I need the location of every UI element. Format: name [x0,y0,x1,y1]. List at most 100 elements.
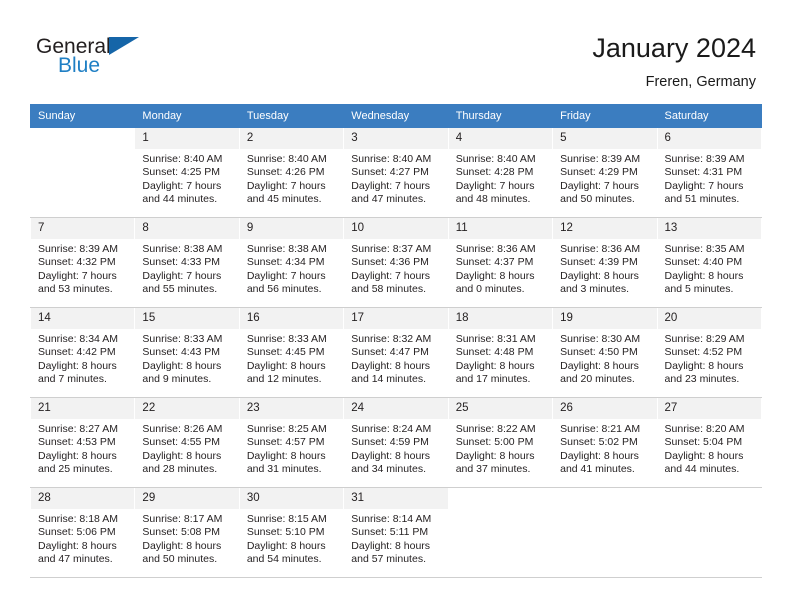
calendar-week-row: 21 Sunrise: 8:27 AM Sunset: 4:53 PM Dayligh… [29,397,763,488]
day-info: Sunrise: 8:40 AM Sunset: 4:25 PM Daylight:… [135,149,238,207]
calendar-day-cell[interactable]: 24 Sunrise: 8:24 AM Sunset: 4:59 PM Dayligh… [343,397,449,488]
day-info: Sunrise: 8:39 AM Sunset: 4:32 PM Daylight:… [31,239,134,297]
calendar-day-cell[interactable]: 6 Sunrise: 8:39 AM Sunset: 4:31 PM Daylight… [656,127,763,218]
daylight-text-line2: and 47 minutes. [351,193,426,206]
calendar-day-cell[interactable]: 26 Sunrise: 8:21 AM Sunset: 5:02 PM Dayligh… [552,397,658,488]
daylight-text-line1: Daylight: 8 hours [560,269,639,282]
sunrise-text: Sunrise: 8:32 AM [351,333,432,345]
daylight-text-line1: Daylight: 8 hours [246,449,326,462]
calendar-day-cell[interactable]: 22 Sunrise: 8:26 AM Sunset: 4:55 PM Dayligh… [134,397,240,488]
calendar-day-cell[interactable]: 13 Sunrise: 8:35 AM Sunset: 4:40 PM Dayligh… [656,217,763,308]
weekday-header-friday: Friday [552,104,658,128]
calendar-day-cell[interactable]: 10 Sunrise: 8:37 AM Sunset: 4:36 PM Dayligh… [343,217,449,308]
calendar-day-cell[interactable]: 28 Sunrise: 8:18 AM Sunset: 5:06 PM Dayligh… [29,487,136,578]
sunset-text: Sunset: 5:11 PM [351,526,429,539]
weekday-header-sunday: Sunday [29,104,136,128]
calendar-day-cell[interactable]: 29 Sunrise: 8:17 AM Sunset: 5:08 PM Dayligh… [134,487,240,578]
day-number: 29 [135,488,239,509]
daylight-text-line2: and 9 minutes. [142,373,212,386]
sunset-text: Sunset: 4:36 PM [351,256,429,269]
daylight-text-line1: Daylight: 7 hours [351,179,431,192]
calendar-day-cell[interactable]: 3 Sunrise: 8:40 AM Sunset: 4:27 PM Daylight… [343,127,449,218]
day-info: Sunrise: 8:39 AM Sunset: 4:29 PM Daylight:… [553,149,656,207]
calendar-day-cell[interactable]: 31 Sunrise: 8:14 AM Sunset: 5:11 PM Dayligh… [343,487,449,578]
title-block: January 2024 Freren, Germany [592,32,756,91]
daylight-text-line1: Daylight: 7 hours [560,179,639,192]
sunset-text: Sunset: 4:57 PM [246,436,325,449]
day-info: Sunrise: 8:18 AM Sunset: 5:06 PM Daylight:… [31,509,134,567]
weekday-header-monday: Monday [134,104,240,128]
daylight-text-line1: Daylight: 8 hours [38,539,117,552]
day-number: 31 [344,488,448,509]
daylight-text-line1: Daylight: 7 hours [455,179,535,192]
calendar-week-row: 28 Sunrise: 8:18 AM Sunset: 5:06 PM Dayligh… [29,487,763,578]
calendar-day-cell[interactable]: 1 Sunrise: 8:40 AM Sunset: 4:25 PM Daylight… [134,127,240,218]
day-number: 22 [135,398,239,419]
calendar-day-cell[interactable]: 9 Sunrise: 8:38 AM Sunset: 4:34 PM Daylight… [238,217,345,308]
daylight-text-line2: and 44 minutes. [664,463,740,476]
sunset-text: Sunset: 5:02 PM [560,436,638,449]
daylight-text-line2: and 51 minutes. [664,193,740,206]
day-number: 24 [344,398,448,419]
calendar-day-cell[interactable]: 15 Sunrise: 8:33 AM Sunset: 4:43 PM Dayligh… [134,307,240,398]
day-number [553,488,656,509]
calendar-day-cell[interactable]: 5 Sunrise: 8:39 AM Sunset: 4:29 PM Daylight… [552,127,658,218]
daylight-text-line2: and 14 minutes. [351,373,426,386]
sunrise-text: Sunrise: 8:22 AM [455,423,536,435]
general-blue-logo[interactable]: General Blue [36,36,166,84]
daylight-text-line1: Daylight: 7 hours [351,269,431,282]
calendar-day-cell[interactable]: 27 Sunrise: 8:20 AM Sunset: 5:04 PM Dayligh… [656,397,763,488]
calendar-day-cell[interactable]: 12 Sunrise: 8:36 AM Sunset: 4:39 PM Dayligh… [552,217,658,308]
day-info: Sunrise: 8:30 AM Sunset: 4:50 PM Daylight:… [553,329,656,387]
day-number: 10 [344,218,448,239]
day-info: Sunrise: 8:40 AM Sunset: 4:28 PM Daylight:… [449,149,552,207]
calendar-day-cell[interactable]: 23 Sunrise: 8:25 AM Sunset: 4:57 PM Dayligh… [238,397,345,488]
sunrise-text: Sunrise: 8:40 AM [455,153,536,165]
calendar-day-cell[interactable]: 8 Sunrise: 8:38 AM Sunset: 4:33 PM Daylight… [134,217,240,308]
daylight-text-line1: Daylight: 8 hours [38,449,117,462]
day-number: 4 [448,128,553,149]
daylight-text-line2: and 5 minutes. [664,283,734,296]
day-info: Sunrise: 8:40 AM Sunset: 4:27 PM Daylight:… [344,149,447,207]
calendar-day-cell[interactable]: 17 Sunrise: 8:32 AM Sunset: 4:47 PM Dayligh… [343,307,449,398]
daylight-text-line1: Daylight: 8 hours [455,269,535,282]
sunrise-text: Sunrise: 8:34 AM [38,333,118,345]
calendar-day-cell[interactable]: 30 Sunrise: 8:15 AM Sunset: 5:10 PM Dayligh… [238,487,345,578]
sunrise-text: Sunrise: 8:21 AM [560,423,641,435]
daylight-text-line1: Daylight: 8 hours [664,269,744,282]
calendar-day-cell[interactable]: 11 Sunrise: 8:36 AM Sunset: 4:37 PM Dayligh… [447,217,554,308]
daylight-text-line1: Daylight: 8 hours [351,539,431,552]
calendar-day-cell[interactable]: 21 Sunrise: 8:27 AM Sunset: 4:53 PM Dayligh… [29,397,136,488]
daylight-text-line1: Daylight: 8 hours [664,449,744,462]
sunset-text: Sunset: 4:59 PM [351,436,429,449]
day-info: Sunrise: 8:17 AM Sunset: 5:08 PM Daylight:… [135,509,238,567]
calendar-day-cell[interactable]: 20 Sunrise: 8:29 AM Sunset: 4:52 PM Dayligh… [656,307,763,398]
day-info: Sunrise: 8:36 AM Sunset: 4:39 PM Daylight:… [553,239,656,297]
daylight-text-line1: Daylight: 8 hours [560,359,639,372]
daylight-text-line2: and 17 minutes. [455,373,531,386]
daylight-text-line2: and 44 minutes. [142,193,218,206]
calendar-day-cell[interactable]: 25 Sunrise: 8:22 AM Sunset: 5:00 PM Dayligh… [447,397,554,488]
daylight-text-line2: and 45 minutes. [246,193,322,206]
daylight-text-line2: and 25 minutes. [38,463,113,476]
daylight-text-line1: Daylight: 8 hours [246,359,326,372]
sunrise-text: Sunrise: 8:18 AM [38,513,118,525]
calendar-day-cell[interactable]: 14 Sunrise: 8:34 AM Sunset: 4:42 PM Dayligh… [29,307,136,398]
calendar-day-cell[interactable]: 18 Sunrise: 8:31 AM Sunset: 4:48 PM Dayligh… [447,307,554,398]
weekday-header-row: Sunday Monday Tuesday Wednesday Thursday… [29,104,763,128]
daylight-text-line2: and 56 minutes. [246,283,322,296]
calendar-day-cell[interactable]: 4 Sunrise: 8:40 AM Sunset: 4:28 PM Daylight… [447,127,554,218]
calendar-day-cell[interactable]: 2 Sunrise: 8:40 AM Sunset: 4:26 PM Daylight… [238,127,345,218]
day-number [31,128,134,149]
calendar-day-cell[interactable]: 7 Sunrise: 8:39 AM Sunset: 4:32 PM Daylight… [29,217,136,308]
day-number: 12 [553,218,657,239]
day-info: Sunrise: 8:14 AM Sunset: 5:11 PM Daylight:… [344,509,447,567]
sunset-text: Sunset: 4:28 PM [455,166,534,179]
sunset-text: Sunset: 5:00 PM [455,436,534,449]
calendar-day-cell[interactable]: 19 Sunrise: 8:30 AM Sunset: 4:50 PM Dayligh… [552,307,658,398]
day-info: Sunrise: 8:22 AM Sunset: 5:00 PM Daylight:… [449,419,552,477]
page-header: General Blue January 2024 Freren, German… [0,0,792,104]
day-number: 23 [239,398,344,419]
calendar-day-cell[interactable]: 16 Sunrise: 8:33 AM Sunset: 4:45 PM Dayligh… [238,307,345,398]
sunset-text: Sunset: 4:31 PM [664,166,743,179]
